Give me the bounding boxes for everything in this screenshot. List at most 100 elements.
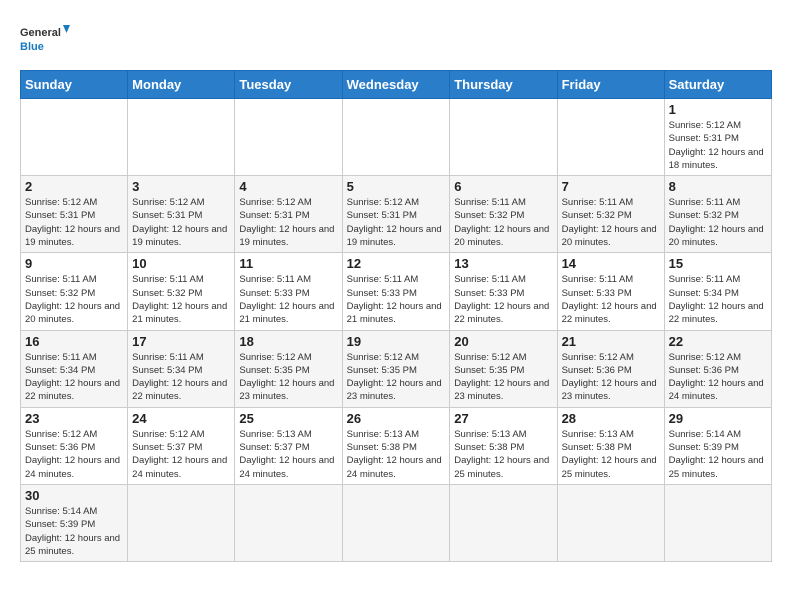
day-number: 13	[454, 256, 552, 271]
day-cell	[21, 99, 128, 176]
day-info: Sunrise: 5:12 AM Sunset: 5:36 PM Dayligh…	[562, 351, 660, 404]
day-cell: 25 Sunrise: 5:13 AM Sunset: 5:37 PM Dayli…	[235, 407, 342, 484]
day-number: 25	[239, 411, 337, 426]
day-number: 11	[239, 256, 337, 271]
svg-text:Blue: Blue	[20, 41, 44, 53]
day-info: Sunrise: 5:12 AM Sunset: 5:31 PM Dayligh…	[132, 196, 230, 249]
day-number: 3	[132, 179, 230, 194]
day-cell: 24Sunrise: 5:12 AM Sunset: 5:37 PM Dayli…	[128, 407, 235, 484]
week-row-5: 30 Sunrise: 5:14 AM Sunset: 5:39 PM Dayli…	[21, 484, 772, 561]
day-info: Sunrise: 5:11 AM Sunset: 5:33 PM Dayligh…	[347, 273, 446, 326]
day-cell: 22 Sunrise: 5:12 AM Sunset: 5:36 PM Dayli…	[664, 330, 771, 407]
day-number: 14	[562, 256, 660, 271]
day-cell: 19 Sunrise: 5:12 AM Sunset: 5:35 PM Dayli…	[342, 330, 450, 407]
weekday-header-row: SundayMondayTuesdayWednesdayThursdayFrid…	[21, 71, 772, 99]
day-number: 7	[562, 179, 660, 194]
day-cell: 20 Sunrise: 5:12 AM Sunset: 5:35 PM Dayli…	[450, 330, 557, 407]
day-number: 27	[454, 411, 552, 426]
day-cell: 1Sunrise: 5:12 AM Sunset: 5:31 PM Daylig…	[664, 99, 771, 176]
day-number: 5	[347, 179, 446, 194]
day-cell: 14 Sunrise: 5:11 AM Sunset: 5:33 PM Dayli…	[557, 253, 664, 330]
day-info: Sunrise: 5:13 AM Sunset: 5:38 PM Dayligh…	[562, 428, 660, 481]
calendar: SundayMondayTuesdayWednesdayThursdayFrid…	[20, 70, 772, 562]
day-info: Sunrise: 5:13 AM Sunset: 5:37 PM Dayligh…	[239, 428, 337, 481]
day-cell: 10Sunrise: 5:11 AM Sunset: 5:32 PM Dayli…	[128, 253, 235, 330]
day-cell: 26 Sunrise: 5:13 AM Sunset: 5:38 PM Dayli…	[342, 407, 450, 484]
day-cell: 12 Sunrise: 5:11 AM Sunset: 5:33 PM Dayli…	[342, 253, 450, 330]
day-number: 28	[562, 411, 660, 426]
day-info: Sunrise: 5:11 AM Sunset: 5:34 PM Dayligh…	[25, 351, 123, 404]
day-number: 20	[454, 334, 552, 349]
day-info: Sunrise: 5:12 AM Sunset: 5:35 PM Dayligh…	[347, 351, 446, 404]
day-info: Sunrise: 5:12 AM Sunset: 5:31 PM Dayligh…	[239, 196, 337, 249]
day-number: 21	[562, 334, 660, 349]
day-info: Sunrise: 5:14 AM Sunset: 5:39 PM Dayligh…	[25, 505, 123, 558]
day-cell	[235, 484, 342, 561]
svg-text:General: General	[20, 27, 61, 39]
day-info: Sunrise: 5:12 AM Sunset: 5:36 PM Dayligh…	[669, 351, 767, 404]
day-cell	[128, 484, 235, 561]
day-number: 12	[347, 256, 446, 271]
day-info: Sunrise: 5:11 AM Sunset: 5:33 PM Dayligh…	[562, 273, 660, 326]
day-cell: 27 Sunrise: 5:13 AM Sunset: 5:38 PM Dayli…	[450, 407, 557, 484]
day-number: 17	[132, 334, 230, 349]
day-info: Sunrise: 5:12 AM Sunset: 5:37 PM Dayligh…	[132, 428, 230, 481]
day-cell	[557, 99, 664, 176]
day-cell: 29 Sunrise: 5:14 AM Sunset: 5:39 PM Dayli…	[664, 407, 771, 484]
day-cell	[128, 99, 235, 176]
day-number: 2	[25, 179, 123, 194]
day-cell: 7 Sunrise: 5:11 AM Sunset: 5:32 PM Daylig…	[557, 176, 664, 253]
day-cell: 21 Sunrise: 5:12 AM Sunset: 5:36 PM Dayli…	[557, 330, 664, 407]
day-cell: 28 Sunrise: 5:13 AM Sunset: 5:38 PM Dayli…	[557, 407, 664, 484]
weekday-header-thursday: Thursday	[450, 71, 557, 99]
day-info: Sunrise: 5:11 AM Sunset: 5:33 PM Dayligh…	[454, 273, 552, 326]
day-cell	[235, 99, 342, 176]
day-number: 8	[669, 179, 767, 194]
weekday-header-friday: Friday	[557, 71, 664, 99]
day-cell: 23Sunrise: 5:12 AM Sunset: 5:36 PM Dayli…	[21, 407, 128, 484]
day-cell: 18 Sunrise: 5:12 AM Sunset: 5:35 PM Dayli…	[235, 330, 342, 407]
day-info: Sunrise: 5:11 AM Sunset: 5:32 PM Dayligh…	[562, 196, 660, 249]
day-cell: 11 Sunrise: 5:11 AM Sunset: 5:33 PM Dayli…	[235, 253, 342, 330]
day-number: 26	[347, 411, 446, 426]
day-info: Sunrise: 5:11 AM Sunset: 5:32 PM Dayligh…	[669, 196, 767, 249]
day-info: Sunrise: 5:14 AM Sunset: 5:39 PM Dayligh…	[669, 428, 767, 481]
day-cell: 8 Sunrise: 5:11 AM Sunset: 5:32 PM Daylig…	[664, 176, 771, 253]
page-header: General Blue	[20, 20, 772, 60]
day-cell: 6 Sunrise: 5:11 AM Sunset: 5:32 PM Daylig…	[450, 176, 557, 253]
week-row-3: 16 Sunrise: 5:11 AM Sunset: 5:34 PM Dayli…	[21, 330, 772, 407]
day-number: 19	[347, 334, 446, 349]
day-cell	[342, 99, 450, 176]
day-info: Sunrise: 5:12 AM Sunset: 5:35 PM Dayligh…	[454, 351, 552, 404]
day-number: 30	[25, 488, 123, 503]
day-cell: 3 Sunrise: 5:12 AM Sunset: 5:31 PM Daylig…	[128, 176, 235, 253]
day-number: 16	[25, 334, 123, 349]
day-info: Sunrise: 5:11 AM Sunset: 5:32 PM Dayligh…	[454, 196, 552, 249]
day-number: 4	[239, 179, 337, 194]
week-row-4: 23Sunrise: 5:12 AM Sunset: 5:36 PM Dayli…	[21, 407, 772, 484]
week-row-0: 1Sunrise: 5:12 AM Sunset: 5:31 PM Daylig…	[21, 99, 772, 176]
day-cell: 4 Sunrise: 5:12 AM Sunset: 5:31 PM Daylig…	[235, 176, 342, 253]
day-number: 29	[669, 411, 767, 426]
day-info: Sunrise: 5:11 AM Sunset: 5:34 PM Dayligh…	[132, 351, 230, 404]
weekday-header-wednesday: Wednesday	[342, 71, 450, 99]
day-info: Sunrise: 5:12 AM Sunset: 5:31 PM Dayligh…	[25, 196, 123, 249]
day-info: Sunrise: 5:12 AM Sunset: 5:36 PM Dayligh…	[25, 428, 123, 481]
day-info: Sunrise: 5:11 AM Sunset: 5:33 PM Dayligh…	[239, 273, 337, 326]
day-info: Sunrise: 5:12 AM Sunset: 5:31 PM Dayligh…	[669, 119, 767, 172]
day-cell: 15Sunrise: 5:11 AM Sunset: 5:34 PM Dayli…	[664, 253, 771, 330]
day-number: 9	[25, 256, 123, 271]
day-info: Sunrise: 5:13 AM Sunset: 5:38 PM Dayligh…	[347, 428, 446, 481]
day-number: 6	[454, 179, 552, 194]
day-info: Sunrise: 5:12 AM Sunset: 5:35 PM Dayligh…	[239, 351, 337, 404]
weekday-header-tuesday: Tuesday	[235, 71, 342, 99]
day-info: Sunrise: 5:11 AM Sunset: 5:34 PM Dayligh…	[669, 273, 767, 326]
day-cell	[557, 484, 664, 561]
day-number: 18	[239, 334, 337, 349]
day-info: Sunrise: 5:12 AM Sunset: 5:31 PM Dayligh…	[347, 196, 446, 249]
day-cell: 13 Sunrise: 5:11 AM Sunset: 5:33 PM Dayli…	[450, 253, 557, 330]
day-number: 22	[669, 334, 767, 349]
day-info: Sunrise: 5:13 AM Sunset: 5:38 PM Dayligh…	[454, 428, 552, 481]
week-row-2: 9Sunrise: 5:11 AM Sunset: 5:32 PM Daylig…	[21, 253, 772, 330]
weekday-header-saturday: Saturday	[664, 71, 771, 99]
